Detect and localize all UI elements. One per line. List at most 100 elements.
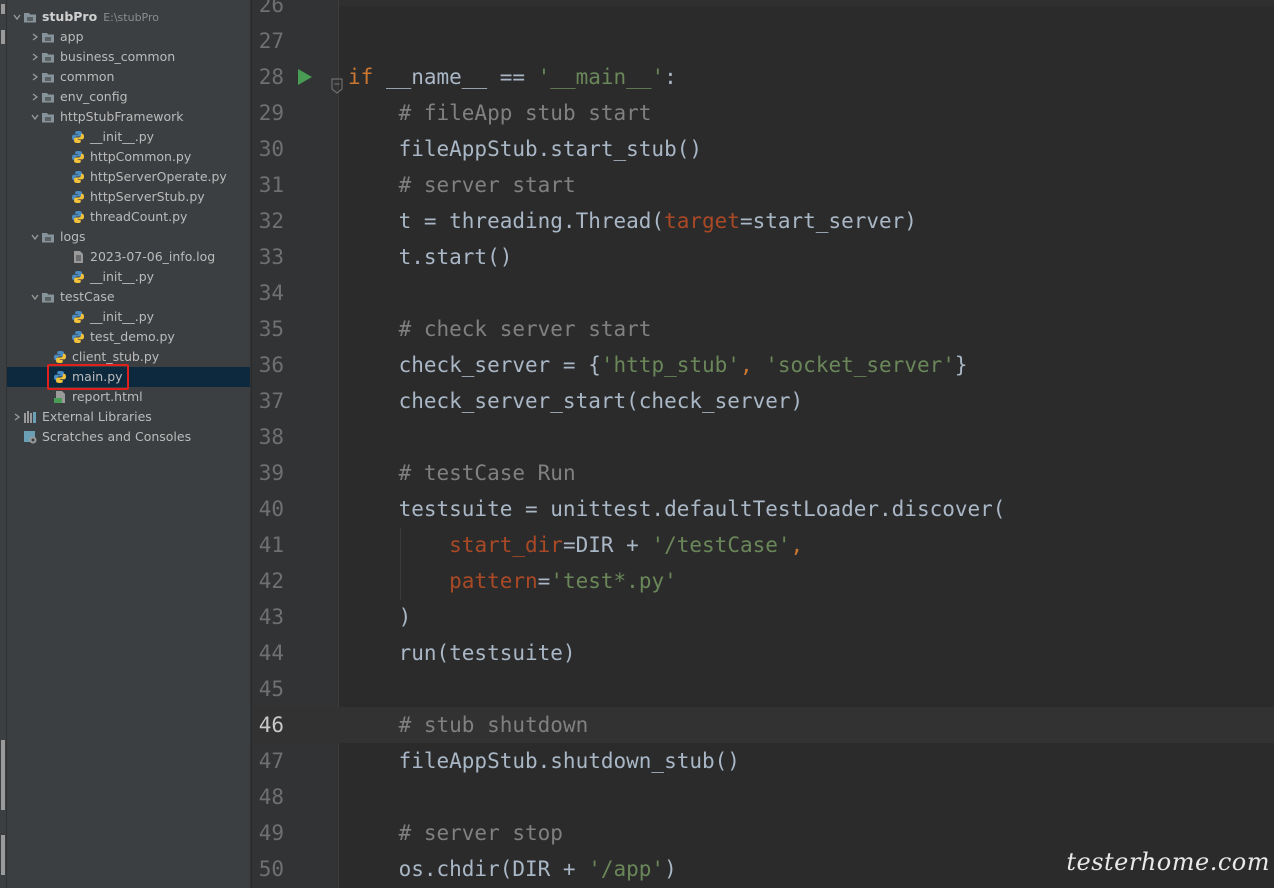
tree-item-label: External Libraries xyxy=(42,409,152,424)
line-number: 39 xyxy=(258,461,284,485)
code-line[interactable]: 37 check_server_start(check_server) xyxy=(252,383,1274,419)
code-token: os.chdir(DIR + xyxy=(348,857,589,881)
left-tool-strip[interactable] xyxy=(0,0,7,888)
code-editor[interactable]: 26 27 28 if __name__ == '__main__': 29 # fil… xyxy=(252,0,1274,888)
code-line[interactable]: 49 # server stop xyxy=(252,815,1274,851)
chevron-right-icon[interactable] xyxy=(29,27,41,47)
chevron-right-icon[interactable] xyxy=(11,407,23,427)
tree-item-scratches-and-consoles[interactable]: Scratches and Consoles xyxy=(7,427,250,447)
code-line[interactable]: 38 xyxy=(252,419,1274,455)
code-line[interactable]: 47 fileAppStub.shutdown_stub() xyxy=(252,743,1274,779)
code-line[interactable]: 29 # fileApp stub start xyxy=(252,95,1274,131)
code-line[interactable]: 33 t.start() xyxy=(252,239,1274,275)
code-line[interactable]: 28 if __name__ == '__main__': xyxy=(252,59,1274,95)
tree-item-label: httpCommon.py xyxy=(90,149,192,164)
line-number: 46 xyxy=(258,713,284,737)
chevron-down-icon[interactable] xyxy=(29,287,41,307)
chevron-down-icon[interactable] xyxy=(29,107,41,127)
code-line[interactable]: 36 check_server = {'http_stub', 'socket_… xyxy=(252,347,1274,383)
tree-item-common[interactable]: common xyxy=(7,67,250,87)
tree-item-app[interactable]: app xyxy=(7,27,250,47)
tree-item-label: report.html xyxy=(72,389,143,404)
tree-item-testcase[interactable]: testCase xyxy=(7,287,250,307)
folder-icon xyxy=(23,10,37,24)
code-token: '/testCase' xyxy=(651,533,791,557)
code-line[interactable]: 26 xyxy=(252,0,1274,23)
code-line[interactable]: 42 pattern='test*.py' xyxy=(252,563,1274,599)
chevron-right-icon[interactable] xyxy=(29,87,41,107)
code-token: '/app' xyxy=(588,857,665,881)
chevron-down-icon[interactable] xyxy=(29,227,41,247)
tree-item-logs[interactable]: logs xyxy=(7,227,250,247)
tree-item-label: Scratches and Consoles xyxy=(42,429,192,444)
line-number: 44 xyxy=(258,641,284,665)
tree-root-stubpro[interactable]: stubPro E:\stubPro xyxy=(7,7,250,27)
code-token: ) xyxy=(664,857,677,881)
tree-item-label: testCase xyxy=(60,289,115,304)
folder-icon xyxy=(41,230,55,244)
code-line[interactable]: 46 # stub shutdown xyxy=(252,707,1274,743)
python-file-icon xyxy=(71,210,85,224)
code-token: 'http_stub' xyxy=(600,353,740,377)
tree-item-label: business_common xyxy=(60,49,176,64)
tree-item-env-config[interactable]: env_config xyxy=(7,87,250,107)
tree-item-label: test_demo.py xyxy=(90,329,175,344)
tree-item-init-py[interactable]: __init__.py xyxy=(7,267,250,287)
python-file-icon xyxy=(71,330,85,344)
chevron-right-icon[interactable] xyxy=(29,67,41,87)
fold-icon[interactable] xyxy=(331,69,343,94)
tool-window-marker xyxy=(1,30,5,44)
code-line[interactable]: 44 run(testsuite) xyxy=(252,635,1274,671)
chevron-down-icon[interactable] xyxy=(11,7,23,27)
tree-item-threadcount-py[interactable]: threadCount.py xyxy=(7,207,250,227)
tree-item-external-libraries[interactable]: External Libraries xyxy=(7,407,250,427)
python-file-icon xyxy=(71,190,85,204)
tree-item-httpserverstub-py[interactable]: httpServerStub.py xyxy=(7,187,250,207)
folder-icon xyxy=(41,70,55,84)
tree-item-report-html[interactable]: report.html xyxy=(7,387,250,407)
code-line[interactable]: 34 xyxy=(252,275,1274,311)
code-line[interactable]: 30 fileAppStub.start_stub() xyxy=(252,131,1274,167)
line-number: 26 xyxy=(258,0,284,17)
code-line[interactable]: 45 xyxy=(252,671,1274,707)
code-line[interactable]: 32 t = threading.Thread(target=start_ser… xyxy=(252,203,1274,239)
library-icon xyxy=(23,410,37,424)
code-line[interactable]: 43 ) xyxy=(252,599,1274,635)
chevron-right-icon[interactable] xyxy=(29,47,41,67)
code-text: # stub shutdown xyxy=(348,707,589,743)
code-text: fileAppStub.shutdown_stub() xyxy=(348,743,740,779)
tree-item-init-py[interactable]: __init__.py xyxy=(7,127,250,147)
code-line[interactable]: 48 xyxy=(252,779,1274,815)
code-line[interactable]: 35 # check server start xyxy=(252,311,1274,347)
line-number: 42 xyxy=(258,569,284,593)
python-file-icon xyxy=(71,170,85,184)
code-token: 'socket_server' xyxy=(765,353,955,377)
line-number: 49 xyxy=(258,821,284,845)
line-number: 40 xyxy=(258,497,284,521)
run-icon[interactable] xyxy=(298,69,312,85)
tree-item-test-demo-py[interactable]: test_demo.py xyxy=(7,327,250,347)
tree-item-client-stub-py[interactable]: client_stub.py xyxy=(7,347,250,367)
line-number: 30 xyxy=(258,137,284,161)
code-line[interactable]: 39 # testCase Run xyxy=(252,455,1274,491)
tree-item-main-py[interactable]: main.py xyxy=(7,367,250,387)
tree-item-2023-07-06-info-log[interactable]: 2023-07-06_info.log xyxy=(7,247,250,267)
tree-item-httpcommon-py[interactable]: httpCommon.py xyxy=(7,147,250,167)
tree-item-label: __init__.py xyxy=(90,269,155,284)
tool-window-marker xyxy=(1,4,5,14)
code-text: check_server = {'http_stub', 'socket_ser… xyxy=(348,347,968,383)
code-line[interactable]: 27 xyxy=(252,23,1274,59)
tree-item-httpstubframework[interactable]: httpStubFramework xyxy=(7,107,250,127)
code-text: start_dir=DIR + '/testCase', xyxy=(348,527,803,563)
tree-item-httpserveroperate-py[interactable]: httpServerOperate.py xyxy=(7,167,250,187)
code-token: # stub shutdown xyxy=(398,713,589,737)
tree-item-business-common[interactable]: business_common xyxy=(7,47,250,67)
code-line[interactable]: 31 # server start xyxy=(252,167,1274,203)
code-line[interactable]: 41 start_dir=DIR + '/testCase', xyxy=(252,527,1274,563)
code-line[interactable]: 40 testsuite = unittest.defaultTestLoade… xyxy=(252,491,1274,527)
html-icon xyxy=(53,390,67,404)
tree-item-init-py[interactable]: __init__.py xyxy=(7,307,250,327)
